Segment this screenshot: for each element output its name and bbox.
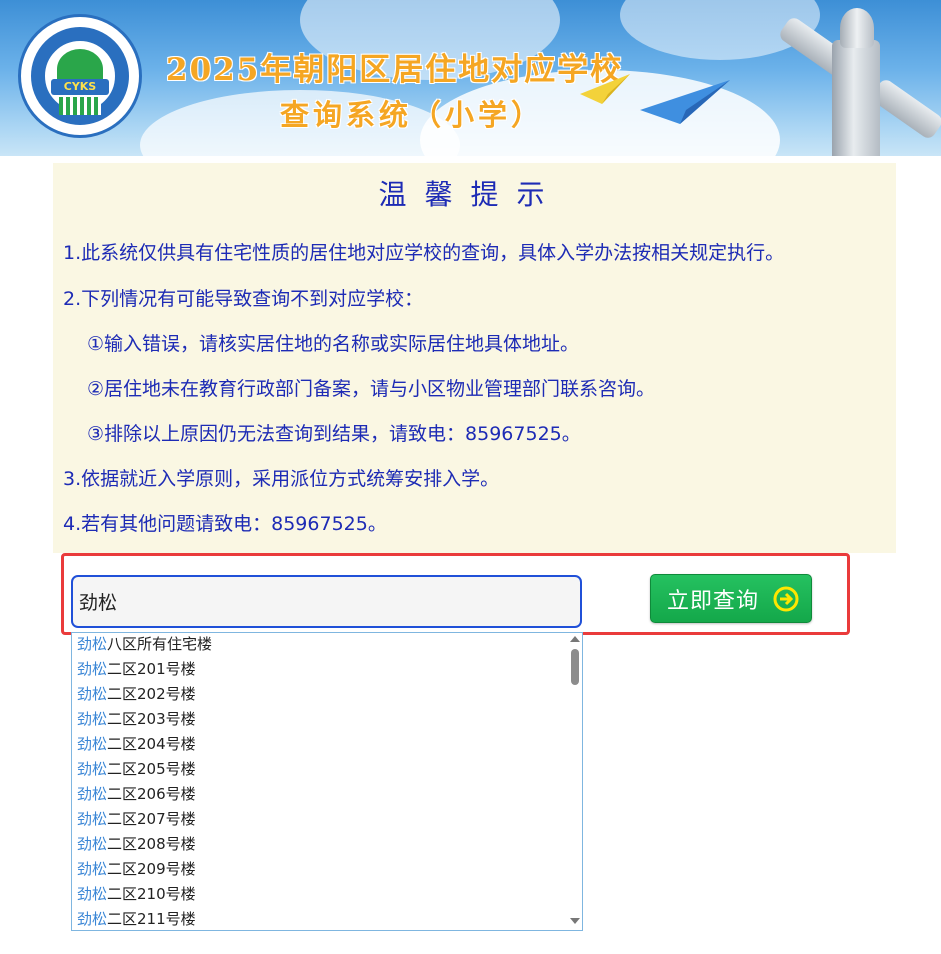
notice-line: 3.依据就近入学原则，采用派位方式统筹安排入学。 [63, 468, 500, 490]
suggestion-item[interactable]: 劲松二区206号楼 [77, 782, 196, 807]
suggestion-rest-text: 二区203号楼 [107, 710, 196, 728]
suggestion-match-text: 劲松 [77, 860, 108, 878]
scrollbar[interactable] [568, 633, 582, 930]
notice-line: ③排除以上原因仍无法查询到结果，请致电：85967525。 [87, 423, 581, 445]
suggestion-item[interactable]: 劲松二区210号楼 [77, 882, 196, 907]
logo-text: CYKS [51, 79, 109, 95]
notice-title: 温馨提示 [378, 178, 563, 211]
scroll-up-arrow-icon[interactable] [570, 636, 580, 642]
suggestion-item[interactable]: 劲松二区205号楼 [77, 757, 196, 782]
arrow-right-circle-icon [773, 586, 799, 612]
suggestion-match-text: 劲松 [77, 735, 108, 753]
suggestion-item[interactable]: 劲松二区209号楼 [77, 857, 196, 882]
suggestion-rest-text: 二区205号楼 [107, 760, 196, 778]
huabiao-pillar [832, 40, 880, 156]
notice-line: 1.此系统仅供具有住宅性质的居住地对应学校的查询，具体入学办法按相关规定执行。 [63, 242, 785, 264]
suggestion-match-text: 劲松 [77, 635, 108, 653]
suggestion-match-text: 劲松 [77, 885, 108, 903]
suggestion-match-text: 劲松 [77, 910, 108, 928]
page-title-line1: 2025年朝阳区居住地对应学校 [166, 52, 624, 88]
huabiao-top [840, 8, 874, 48]
suggestion-item[interactable]: 劲松二区202号楼 [77, 682, 196, 707]
page-title-line2: 查询系统（小学） [280, 98, 545, 132]
suggestion-rest-text: 八区所有住宅楼 [107, 635, 213, 653]
logo: CYKS [18, 14, 142, 138]
suggestion-item[interactable]: 劲松二区203号楼 [77, 707, 196, 732]
suggestion-item[interactable]: 劲松二区207号楼 [77, 807, 196, 832]
suggestion-item[interactable]: 劲松二区204号楼 [77, 732, 196, 757]
suggestion-rest-text: 二区210号楼 [107, 885, 196, 903]
suggestion-item[interactable]: 劲松二区208号楼 [77, 832, 196, 857]
paper-plane-icon [580, 74, 630, 104]
suggestion-rest-text: 二区202号楼 [107, 685, 196, 703]
suggestion-match-text: 劲松 [77, 660, 108, 678]
notice-panel [53, 163, 896, 553]
suggestion-rest-text: 二区208号楼 [107, 835, 196, 853]
suggestion-match-text: 劲松 [77, 710, 108, 728]
suggestion-item[interactable]: 劲松八区所有住宅楼 [77, 633, 213, 657]
query-button[interactable]: 立即查询 [650, 574, 812, 623]
suggestion-rest-text: 二区209号楼 [107, 860, 196, 878]
notice-line: ①输入错误，请核实居住地的名称或实际居住地具体地址。 [87, 333, 580, 355]
suggestion-match-text: 劲松 [77, 685, 108, 703]
query-button-label: 立即查询 [667, 588, 760, 614]
suggestion-match-text: 劲松 [77, 835, 108, 853]
suggestion-item[interactable]: 劲松二区201号楼 [77, 657, 196, 682]
notice-line: ②居住地未在教育行政部门备案，请与小区物业管理部门联系咨询。 [87, 378, 656, 400]
suggestion-match-text: 劲松 [77, 810, 108, 828]
paper-plane-icon [640, 80, 730, 124]
suggestion-item[interactable]: 劲松二区211号楼 [77, 907, 196, 930]
notice-line: 4.若有其他问题请致电：85967525。 [63, 513, 387, 535]
suggestion-match-text: 劲松 [77, 760, 108, 778]
header-banner: CYKS 2025年朝阳区居住地对应学校 查询系统（小学） [0, 0, 941, 156]
suggestion-list[interactable]: 劲松八区所有住宅楼 劲松二区201号楼 劲松二区202号楼 劲松二区203号楼 劲松二区… [71, 632, 583, 931]
suggestion-rest-text: 二区204号楼 [107, 735, 196, 753]
suggestion-rest-text: 二区211号楼 [107, 910, 196, 928]
suggestion-match-text: 劲松 [77, 785, 108, 803]
search-input[interactable] [71, 575, 582, 628]
scroll-thumb[interactable] [571, 649, 579, 685]
suggestion-rest-text: 二区207号楼 [107, 810, 196, 828]
scroll-down-arrow-icon[interactable] [570, 918, 580, 924]
suggestion-rest-text: 二区206号楼 [107, 785, 196, 803]
notice-line: 2.下列情况有可能导致查询不到对应学校： [63, 288, 424, 310]
suggestion-rest-text: 二区201号楼 [107, 660, 196, 678]
